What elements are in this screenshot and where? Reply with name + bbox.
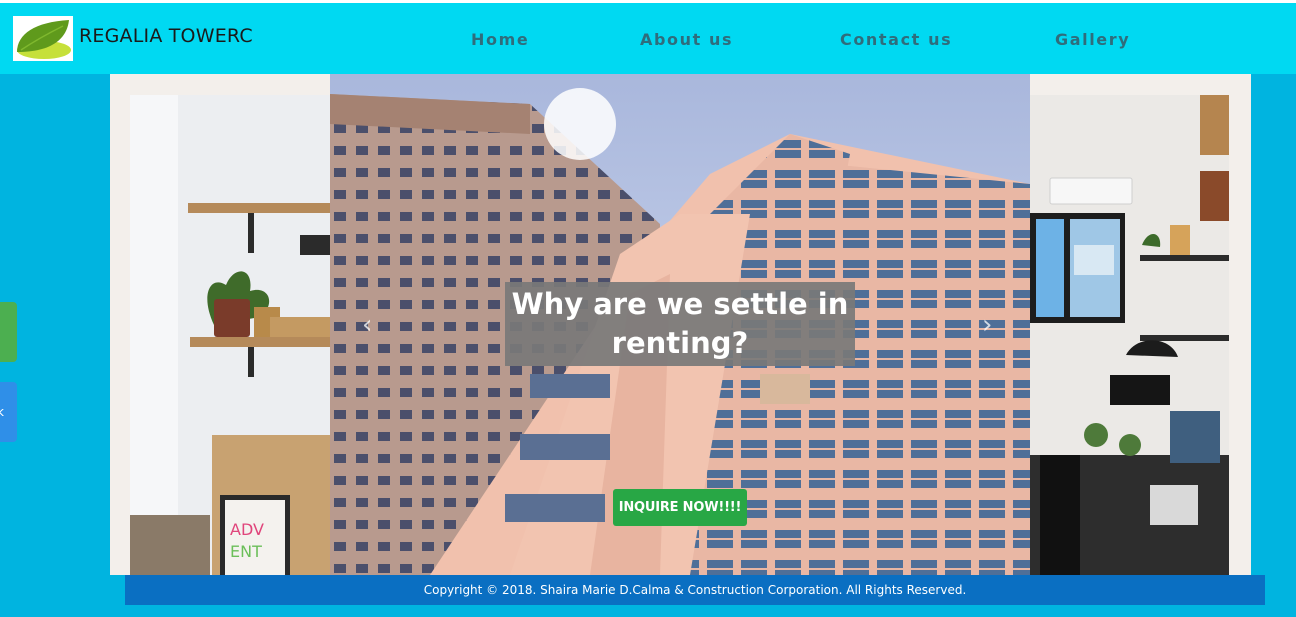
- chevron-right-icon[interactable]: ›: [982, 310, 992, 340]
- carousel-caption: Why are we settle in renting?: [505, 282, 855, 366]
- inquire-now-button[interactable]: INQUIRE NOW!!!!: [613, 489, 747, 526]
- brand-name[interactable]: REGALIA TOWERC: [79, 25, 253, 47]
- nav-contact-us[interactable]: Contact us: [840, 30, 952, 49]
- nav-about-us[interactable]: About us: [640, 30, 733, 49]
- carousel-prev-slide-image: ADV ENT: [130, 95, 330, 575]
- leaf-logo-icon[interactable]: [13, 16, 73, 61]
- nav-home[interactable]: Home: [471, 30, 529, 49]
- svg-text:ADV: ADV: [230, 520, 264, 539]
- chevron-left-icon[interactable]: ‹: [362, 310, 372, 340]
- svg-text:ENT: ENT: [230, 542, 262, 561]
- carousel-next-slide-image: [1030, 95, 1229, 575]
- footer-copyright: Copyright © 2018. Shaira Marie D.Calma &…: [125, 575, 1265, 605]
- nav-gallery[interactable]: Gallery: [1055, 30, 1130, 49]
- side-share-tab-green[interactable]: [0, 302, 17, 362]
- navbar: REGALIA TOWERC Home About us Contact us …: [0, 3, 1296, 74]
- side-share-tab-blue[interactable]: k: [0, 382, 17, 442]
